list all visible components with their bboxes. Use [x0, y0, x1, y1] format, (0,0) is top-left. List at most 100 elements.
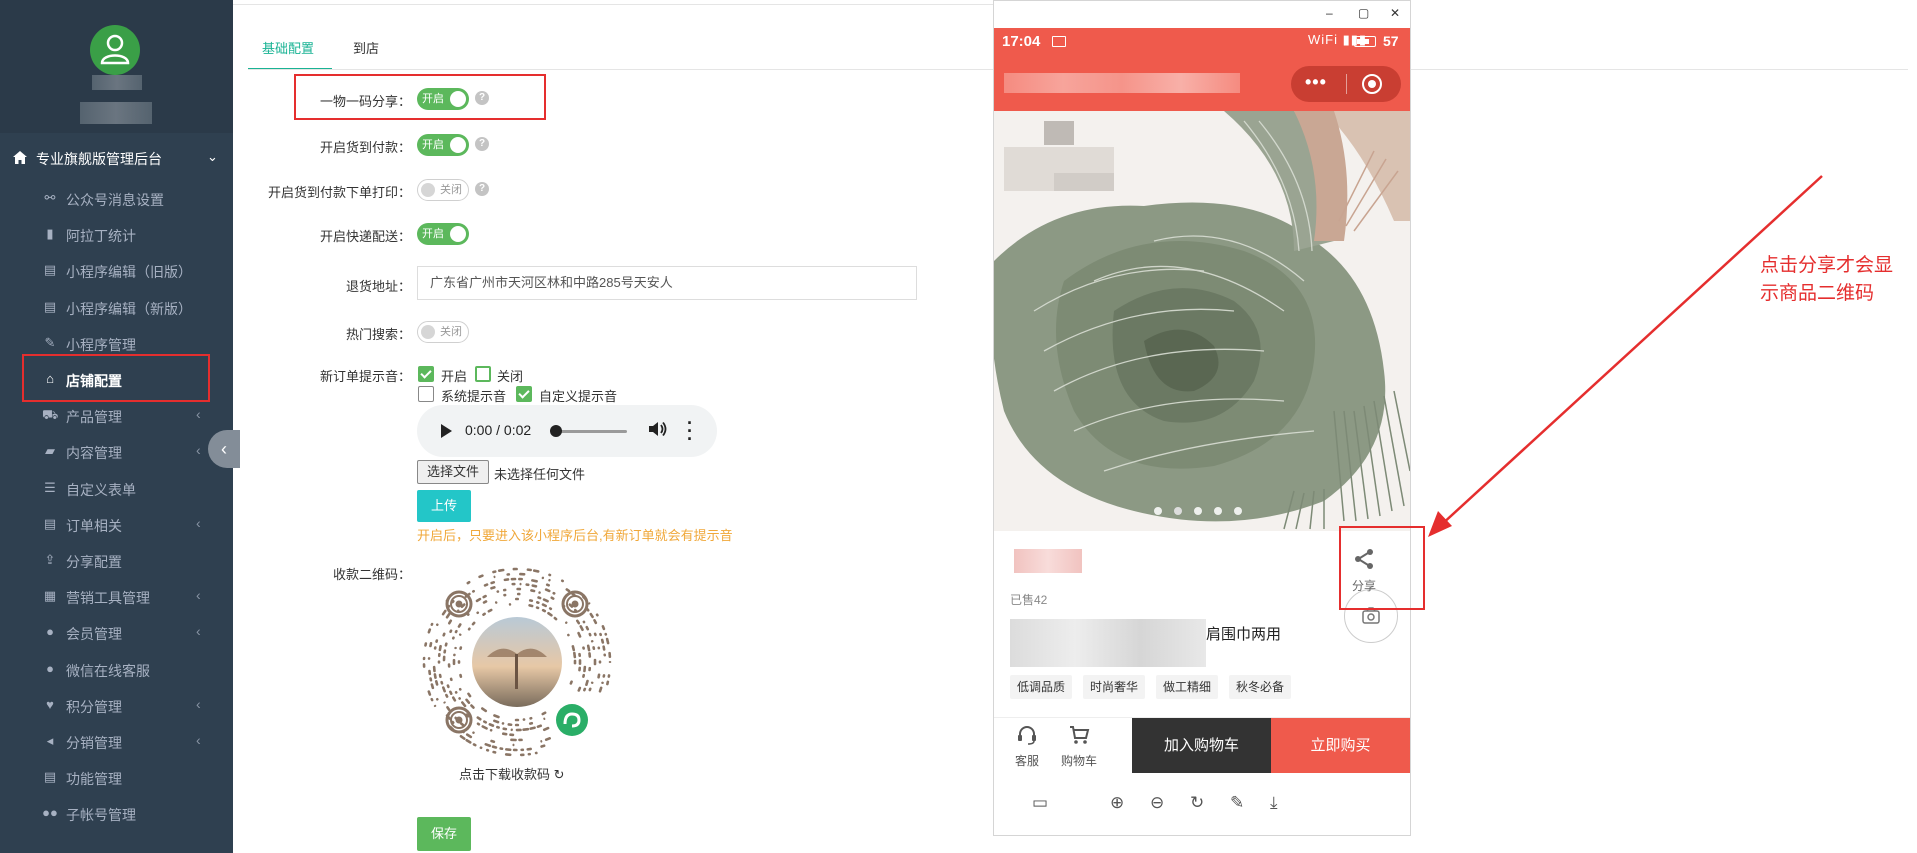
qr-module: [435, 623, 439, 627]
qr-module: [547, 611, 553, 617]
thumbnail-icon[interactable]: ▭: [1032, 793, 1048, 813]
bar-chart-icon: ▮: [46, 226, 54, 242]
tab-basic-config[interactable]: 基础配置: [262, 38, 314, 57]
qr-module: [438, 673, 442, 679]
sidebar-item[interactable]: ▦ 营销工具管理 ‹: [0, 582, 233, 612]
more-icon[interactable]: •••: [1305, 72, 1327, 93]
miniapp-navbar: •••: [994, 56, 1410, 111]
carousel-dot[interactable]: [1154, 507, 1162, 515]
battery-level: 57: [1383, 33, 1399, 49]
sidebar-item[interactable]: ▤ 小程序编辑（旧版）: [0, 256, 233, 286]
cod-toggle[interactable]: 开启: [417, 134, 469, 156]
qr-module: [514, 718, 520, 722]
qr-module: [459, 673, 463, 678]
qr-module: [514, 597, 520, 601]
qr-module: [479, 746, 483, 750]
sound-on-checkbox[interactable]: [418, 366, 434, 382]
qr-module: [522, 718, 526, 721]
close-icon[interactable]: ✕: [1390, 6, 1400, 20]
sidebar-item[interactable]: ▤ 小程序编辑（新版）: [0, 293, 233, 323]
cart-button[interactable]: 购物车: [1054, 724, 1104, 768]
audio-progress-thumb[interactable]: [550, 425, 562, 437]
express-toggle[interactable]: 开启: [417, 223, 469, 245]
edit-icon[interactable]: ✎: [1230, 793, 1244, 813]
qr-module: [492, 570, 497, 574]
more-vertical-icon[interactable]: · · ·: [687, 414, 693, 448]
cod-print-toggle[interactable]: 关闭: [417, 179, 469, 201]
close-miniapp-icon[interactable]: [1362, 74, 1382, 94]
sold-count: 已售42: [1010, 593, 1048, 607]
customer-service-button[interactable]: 客服: [1002, 724, 1052, 768]
qr-module: [465, 733, 473, 739]
avatar[interactable]: [90, 25, 140, 75]
sidebar-item[interactable]: ▰ 内容管理 ‹: [0, 437, 233, 467]
help-icon[interactable]: ?: [475, 137, 489, 151]
add-to-cart-button[interactable]: 加入购物车: [1132, 718, 1271, 774]
sidebar-header[interactable]: 专业旗舰版管理后台 ⌄: [0, 143, 233, 173]
volume-icon[interactable]: [649, 421, 667, 442]
sidebar-item-label: 产品管理: [66, 409, 122, 426]
carousel-dot-active[interactable]: [1174, 507, 1182, 515]
user-icon: [100, 34, 130, 65]
sidebar-item[interactable]: ⚯ 公众号消息设置: [0, 184, 233, 214]
qr-module: [588, 632, 592, 637]
sidebar-item[interactable]: ⇪ 分享配置: [0, 546, 233, 576]
sidebar-item[interactable]: ♥ 积分管理 ‹: [0, 691, 233, 721]
sidebar-item[interactable]: ⛟ 产品管理 ‹: [0, 401, 233, 431]
download-qr-link[interactable]: 点击下载收款码 ↻: [459, 764, 565, 783]
carousel-dot[interactable]: [1194, 507, 1202, 515]
sound-off-checkbox[interactable]: [475, 366, 491, 382]
minimize-icon[interactable]: –: [1326, 6, 1333, 20]
sidebar-item[interactable]: ●● 子帐号管理: [0, 799, 233, 829]
sidebar: 专业旗舰版管理后台 ⌄ ⚯ 公众号消息设置 ▮ 阿拉丁统计 ▤ 小程序编辑（旧版） ▤ 小程序…: [0, 0, 240, 853]
sidebar-item[interactable]: ● 微信在线客服: [0, 655, 233, 685]
carousel-dot[interactable]: [1234, 507, 1242, 515]
qr-module: [578, 652, 581, 658]
qr-module: [583, 665, 587, 673]
buy-now-button[interactable]: 立即购买: [1271, 718, 1410, 774]
system-sound-checkbox[interactable]: [418, 386, 434, 402]
product-image[interactable]: [994, 111, 1410, 531]
qr-module: [535, 601, 540, 605]
qr-module: [443, 701, 446, 704]
qr-module: [432, 665, 436, 673]
qr-module: [529, 726, 536, 730]
download-icon[interactable]: ⤓: [1270, 793, 1278, 813]
upload-button[interactable]: 上传: [417, 490, 471, 522]
qr-module: [602, 674, 606, 678]
qr-module: [540, 744, 546, 748]
help-icon[interactable]: ?: [475, 182, 489, 196]
qr-module: [493, 714, 500, 719]
sidebar-item[interactable]: ● 会员管理 ‹: [0, 618, 233, 648]
custom-sound-checkbox[interactable]: [516, 386, 532, 402]
sidebar-item[interactable]: ☰ 自定义表单: [0, 474, 233, 504]
play-icon[interactable]: [441, 424, 452, 438]
maximize-icon[interactable]: ▢: [1358, 6, 1369, 20]
zoom-in-icon[interactable]: ⊕: [1110, 793, 1124, 813]
zoom-out-icon[interactable]: ⊖: [1150, 793, 1164, 813]
collapse-sidebar-button[interactable]: ‹: [208, 430, 240, 468]
audio-progress-track[interactable]: [553, 430, 627, 433]
qr-module: [430, 683, 435, 690]
sidebar-item[interactable]: ▮ 阿拉丁统计: [0, 220, 233, 250]
payment-qr-code[interactable]: [417, 562, 617, 762]
qr-module: [476, 611, 480, 615]
return-address-input[interactable]: 广东省广州市天河区林和中路285号天安人: [417, 266, 917, 300]
qr-module: [503, 578, 510, 582]
save-button[interactable]: 保存: [417, 817, 471, 851]
choose-file-button[interactable]: 选择文件: [417, 460, 489, 484]
carousel-dot[interactable]: [1214, 507, 1222, 515]
sidebar-item[interactable]: ▤ 订单相关 ‹: [0, 510, 233, 540]
qr-module: [608, 651, 612, 659]
sidebar-item[interactable]: ▤ 功能管理: [0, 763, 233, 793]
product-title: 肩围巾两用: [1206, 626, 1282, 643]
qr-module: [529, 716, 533, 720]
qr-module: [471, 621, 476, 626]
hot-search-toggle[interactable]: 关闭: [417, 321, 469, 343]
tab-in-store[interactable]: 到店: [353, 38, 379, 57]
rotate-icon[interactable]: ↻: [1190, 793, 1204, 813]
sidebar-item[interactable]: ◂ 分销管理 ‹: [0, 727, 233, 757]
qr-module: [512, 743, 515, 747]
qr-module: [607, 674, 611, 678]
qr-module: [543, 717, 546, 721]
